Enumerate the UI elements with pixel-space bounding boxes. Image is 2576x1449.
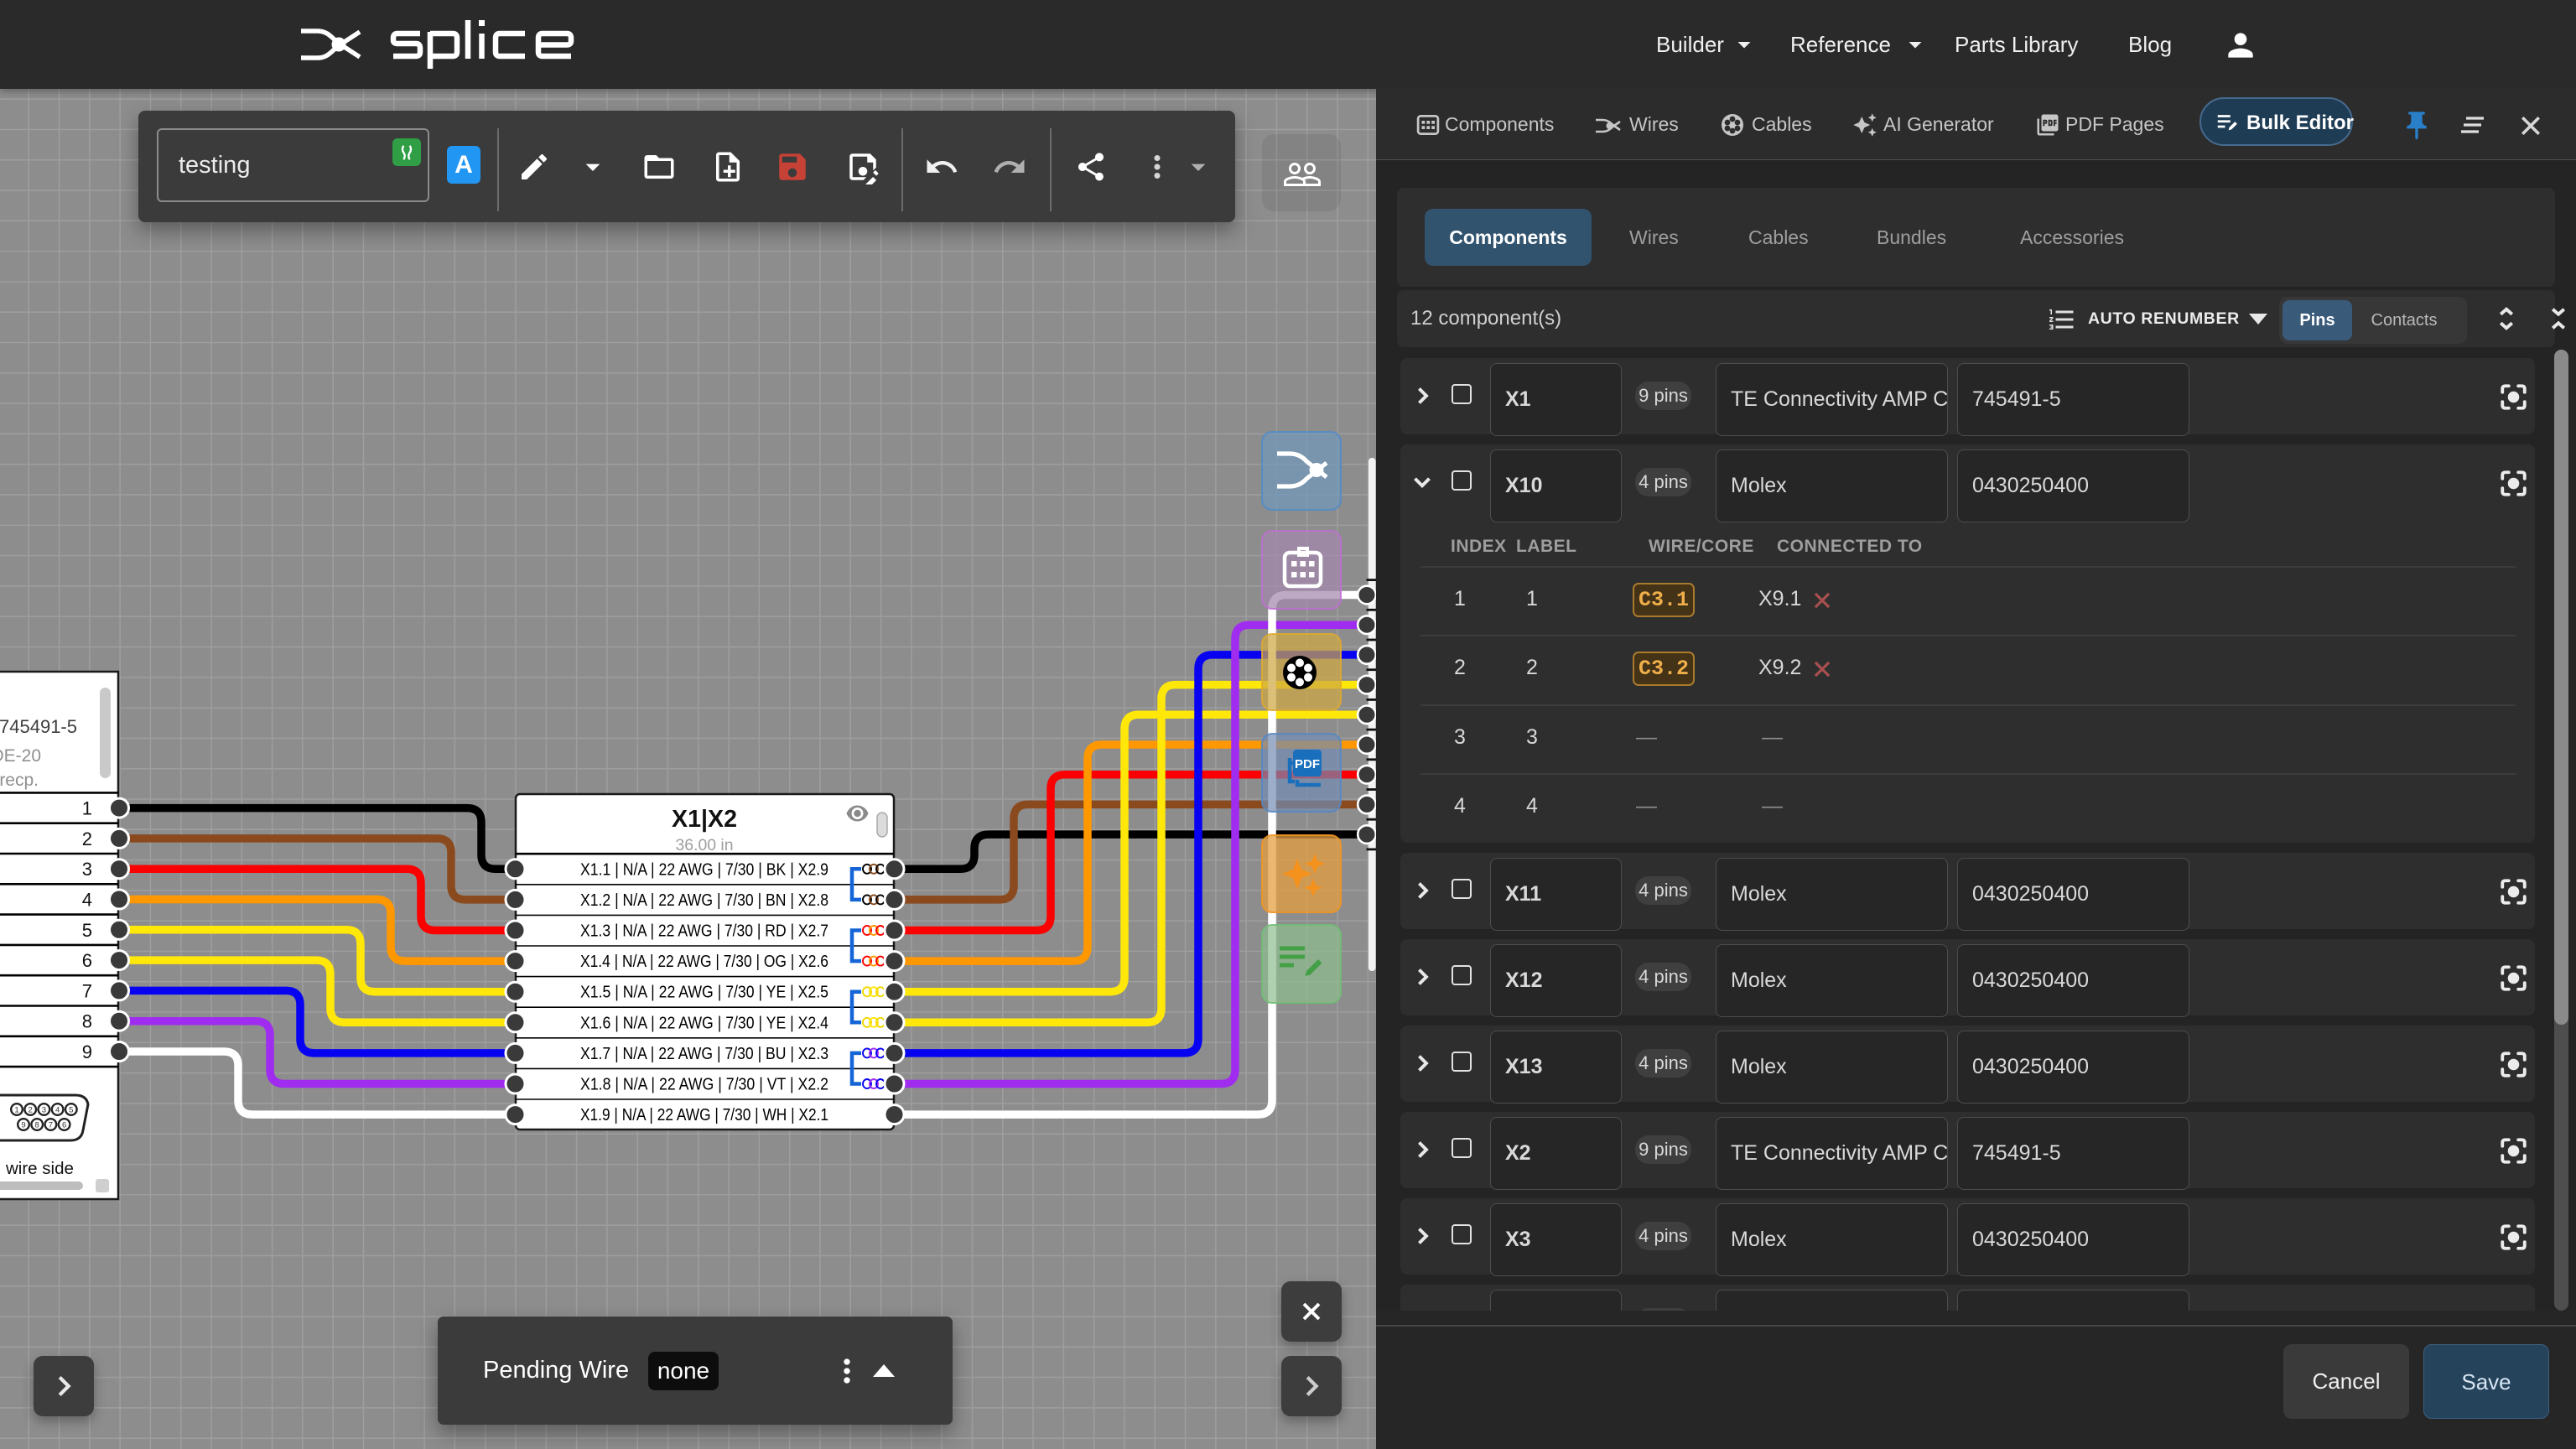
svg-text:X1.3 | N/A | 22 AWG | 7/30 | R: X1.3 | N/A | 22 AWG | 7/30 | RD | X2.7 bbox=[580, 922, 828, 941]
svg-text:7: 7 bbox=[49, 1121, 53, 1130]
svg-text:X1.2 | N/A | 22 AWG | 7/30 | B: X1.2 | N/A | 22 AWG | 7/30 | BN | X2.8 bbox=[580, 891, 828, 910]
svg-text:9: 9 bbox=[82, 1041, 92, 1062]
svg-text:2: 2 bbox=[82, 828, 92, 849]
svg-text:6: 6 bbox=[82, 950, 92, 971]
svg-text:5: 5 bbox=[82, 920, 92, 941]
svg-text:5: 5 bbox=[69, 1106, 73, 1115]
svg-text:36.00 in: 36.00 in bbox=[676, 837, 734, 854]
svg-text:3: 3 bbox=[82, 859, 92, 880]
svg-text:7: 7 bbox=[82, 980, 92, 1001]
svg-text:X1.6 | N/A | 22 AWG | 7/30 | Y: X1.6 | N/A | 22 AWG | 7/30 | YE | X2.4 bbox=[580, 1013, 828, 1032]
svg-text:2: 2 bbox=[29, 1106, 33, 1115]
svg-text:745491-5: 745491-5 bbox=[0, 716, 77, 737]
svg-text:X1|X2: X1|X2 bbox=[672, 806, 737, 833]
svg-text:PDF: PDF bbox=[1295, 757, 1320, 771]
svg-text:4: 4 bbox=[55, 1106, 60, 1115]
svg-text:DE-20: DE-20 bbox=[0, 746, 41, 766]
svg-text:X1.1 | N/A | 22 AWG | 7/30 | B: X1.1 | N/A | 22 AWG | 7/30 | BK | X2.9 bbox=[580, 860, 828, 879]
svg-text:1: 1 bbox=[82, 798, 92, 819]
svg-text:3: 3 bbox=[42, 1106, 46, 1115]
svg-text:9: 9 bbox=[21, 1121, 25, 1130]
svg-text:1: 1 bbox=[14, 1106, 18, 1115]
svg-text:8: 8 bbox=[35, 1121, 39, 1130]
svg-text:recp.: recp. bbox=[0, 771, 39, 790]
svg-text:X1.7 | N/A | 22 AWG | 7/30 | B: X1.7 | N/A | 22 AWG | 7/30 | BU | X2.3 bbox=[580, 1044, 828, 1063]
svg-text:X1.4 | N/A | 22 AWG | 7/30 | O: X1.4 | N/A | 22 AWG | 7/30 | OG | X2.6 bbox=[580, 952, 828, 971]
svg-text:4: 4 bbox=[82, 890, 92, 911]
svg-text:wire side: wire side bbox=[5, 1159, 74, 1178]
svg-text:6: 6 bbox=[62, 1121, 66, 1130]
svg-text:X1.5 | N/A | 22 AWG | 7/30 | Y: X1.5 | N/A | 22 AWG | 7/30 | YE | X2.5 bbox=[580, 983, 828, 1002]
svg-text:X1.8 | N/A | 22 AWG | 7/30 | V: X1.8 | N/A | 22 AWG | 7/30 | VT | X2.2 bbox=[580, 1075, 828, 1094]
svg-text:X1.9 | N/A | 22 AWG | 7/30 | W: X1.9 | N/A | 22 AWG | 7/30 | WH | X2.1 bbox=[580, 1105, 828, 1124]
svg-text:8: 8 bbox=[82, 1011, 92, 1032]
